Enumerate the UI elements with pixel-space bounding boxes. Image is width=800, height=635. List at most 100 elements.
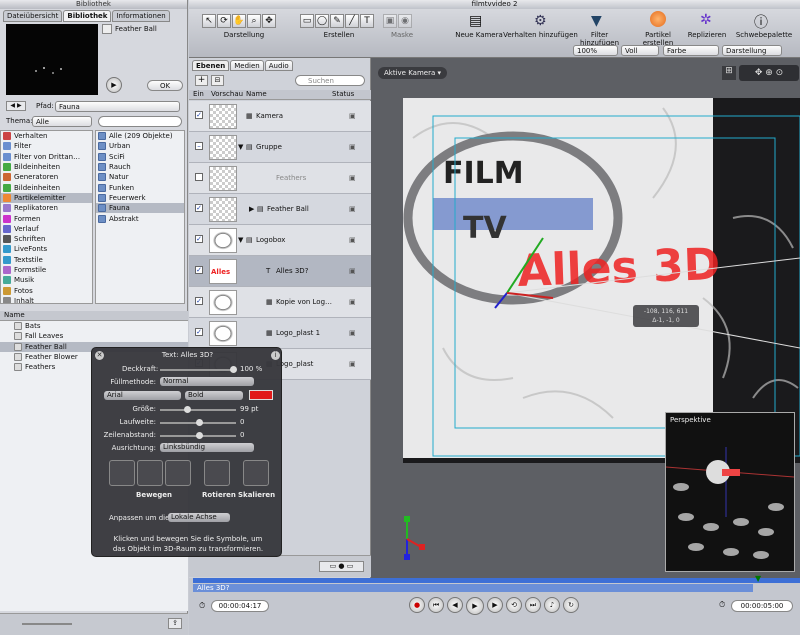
hud-button[interactable]: Schwebepalette — [734, 31, 794, 39]
playhead-icon[interactable]: ▼ — [755, 574, 761, 583]
apply-icon[interactable]: ⇪ — [168, 618, 182, 629]
zoom-select[interactable]: 100% — [573, 45, 618, 56]
category-item[interactable]: Replikatoren — [1, 203, 92, 213]
category-item[interactable]: Schriften — [1, 234, 92, 244]
move-xz-icon[interactable] — [137, 460, 163, 486]
back-forward-buttons[interactable]: ◀ ▶ — [6, 101, 26, 111]
category-item[interactable]: Verlauf — [1, 224, 92, 234]
remove-layer-button[interactable]: ⊟ — [211, 75, 224, 86]
layer-row[interactable]: ✓ ▼ ▤ Logobox ▣ — [189, 225, 371, 256]
hud-icon[interactable]: ⓘ — [754, 12, 768, 32]
view-select[interactable]: Darstellung — [722, 45, 782, 56]
category-item[interactable]: Inhalt — [1, 296, 92, 303]
mask-rect-icon[interactable]: ▣ — [383, 14, 397, 28]
layer-name[interactable]: Gruppe — [256, 143, 282, 151]
layer-row[interactable]: ✓ ▦ Kopie von Log… ▣ — [189, 287, 371, 318]
layer-name[interactable]: Feather Ball — [267, 205, 309, 213]
hand-tool-icon[interactable]: ✋ — [232, 14, 246, 28]
add-behavior-button[interactable]: Verhalten hinzufügen — [503, 31, 578, 39]
lock-icon[interactable]: ▣ — [349, 360, 356, 368]
category-item[interactable]: Formen — [1, 213, 92, 223]
lock-icon[interactable]: ▣ — [349, 205, 356, 213]
leading-value[interactable]: 0 — [240, 431, 244, 439]
in-point-icon[interactable]: ⏱ — [199, 601, 205, 611]
opacity-slider[interactable] — [160, 366, 237, 373]
go-to-end-button[interactable]: ⏭ — [525, 597, 541, 613]
tab-media[interactable]: Medien — [230, 60, 264, 71]
add-layer-button[interactable]: + — [195, 75, 208, 86]
tab-audio[interactable]: Audio — [264, 60, 293, 71]
disclosure-triangle-icon[interactable]: ▶ — [249, 205, 254, 213]
leading-knob[interactable] — [196, 432, 203, 439]
replicate-icon[interactable]: ✲ — [700, 12, 712, 28]
disclosure-triangle-icon[interactable]: ▼ — [238, 143, 243, 151]
adjust-select[interactable]: Lokale Achse — [168, 513, 230, 522]
layer-visibility-checkbox[interactable]: ✓ — [195, 328, 203, 336]
layer-row[interactable]: Feathers ▣ — [189, 163, 371, 194]
size-value[interactable]: 99 pt — [240, 405, 258, 413]
move-xy-icon[interactable] — [109, 460, 135, 486]
category-item[interactable]: Textstile — [1, 255, 92, 265]
audio-button[interactable]: ♪ — [544, 597, 560, 613]
category-item[interactable]: Verhalten — [1, 131, 92, 141]
size-knob[interactable] — [184, 406, 191, 413]
out-point-icon[interactable]: ⏱ — [719, 600, 725, 610]
layer-name[interactable]: Kamera — [256, 112, 283, 120]
text-tool-icon[interactable]: T — [360, 14, 374, 28]
subcategory-item[interactable]: Natur — [96, 172, 184, 182]
category-item[interactable]: Bildeinheiten — [1, 182, 92, 192]
next-frame-button[interactable]: ▶ — [487, 597, 503, 613]
scale-icon[interactable] — [243, 460, 269, 486]
tab-layers[interactable]: Ebenen — [192, 60, 230, 71]
record-button[interactable]: ● — [409, 597, 425, 613]
blend-select[interactable]: Normal — [160, 377, 254, 386]
move-z-icon[interactable] — [165, 460, 191, 486]
library-item[interactable]: Fall Leaves — [0, 331, 188, 341]
category-item[interactable]: Musik — [1, 275, 92, 285]
end-time-field[interactable]: 00:00:05:00 — [731, 600, 793, 612]
subcategory-item[interactable]: Funken — [96, 182, 184, 192]
subcategory-item[interactable]: Feuerwerk — [96, 193, 184, 203]
camera-tool-icon[interactable]: ✥ — [262, 14, 276, 28]
style-select[interactable]: Bold — [185, 391, 243, 400]
filters-icon[interactable]: ▼ — [591, 13, 602, 29]
layer-visibility-checkbox[interactable]: ✓ — [195, 111, 203, 119]
previous-frame-button[interactable]: ◀ — [447, 597, 463, 613]
leading-slider[interactable] — [160, 432, 236, 439]
pen-tool-icon[interactable]: ✎ — [330, 14, 344, 28]
opacity-knob[interactable] — [230, 366, 237, 373]
mask-ellipse-icon[interactable]: ◉ — [398, 14, 412, 28]
behaviors-icon[interactable]: ⚙ — [534, 13, 547, 29]
layer-row[interactable]: ✓ Alles 3D? T Alles 3D? ▣ — [189, 256, 371, 300]
category-item[interactable]: Generatoren — [1, 172, 92, 182]
lock-icon[interactable]: ▣ — [349, 329, 356, 337]
tab-file-browser[interactable]: Dateiübersicht — [3, 10, 63, 22]
3d-view-tools[interactable]: ✥ ⊕ ⊙ — [739, 65, 799, 81]
loop-button[interactable]: ⟲ — [506, 597, 522, 613]
layer-visibility-checkbox[interactable]: – — [195, 142, 203, 150]
camera-frame-icon[interactable]: ⊞ — [722, 66, 736, 80]
library-item[interactable]: Bats — [0, 321, 188, 331]
opacity-value[interactable]: 100 % — [240, 365, 262, 373]
zoom-tool-icon[interactable]: ⌕ — [247, 14, 261, 28]
tracking-value[interactable]: 0 — [240, 418, 244, 426]
ellipse-tool-icon[interactable]: ◯ — [315, 14, 329, 28]
category-item[interactable]: Partikelemitter — [1, 192, 92, 204]
layer-row[interactable]: ✓ ▦ Logo_plast 1 ▣ — [189, 318, 371, 349]
lock-icon[interactable]: ▣ — [349, 174, 356, 182]
view-options-icon[interactable]: ▭ ● ▭ — [319, 561, 364, 572]
layer-visibility-checkbox[interactable] — [195, 173, 203, 181]
select-tool-icon[interactable]: ↖ — [202, 14, 216, 28]
disclosure-triangle-icon[interactable]: ▼ — [238, 236, 243, 244]
rotate-icon[interactable] — [204, 460, 230, 486]
tracking-slider[interactable] — [160, 419, 236, 426]
layer-name[interactable]: Logobox — [256, 236, 285, 244]
size-slider[interactable] — [160, 406, 236, 413]
icon-size-slider[interactable] — [22, 623, 72, 625]
lock-icon[interactable]: ▣ — [349, 267, 356, 275]
category-item[interactable]: Fotos — [1, 285, 92, 295]
new-camera-icon[interactable]: ▤ — [469, 13, 482, 29]
timeline-track[interactable]: Alles 3D? — [193, 584, 753, 592]
brush-tool-icon[interactable]: ╱ — [345, 14, 359, 28]
layer-row[interactable]: ✓ ▦ Kamera ▣ — [189, 101, 371, 132]
